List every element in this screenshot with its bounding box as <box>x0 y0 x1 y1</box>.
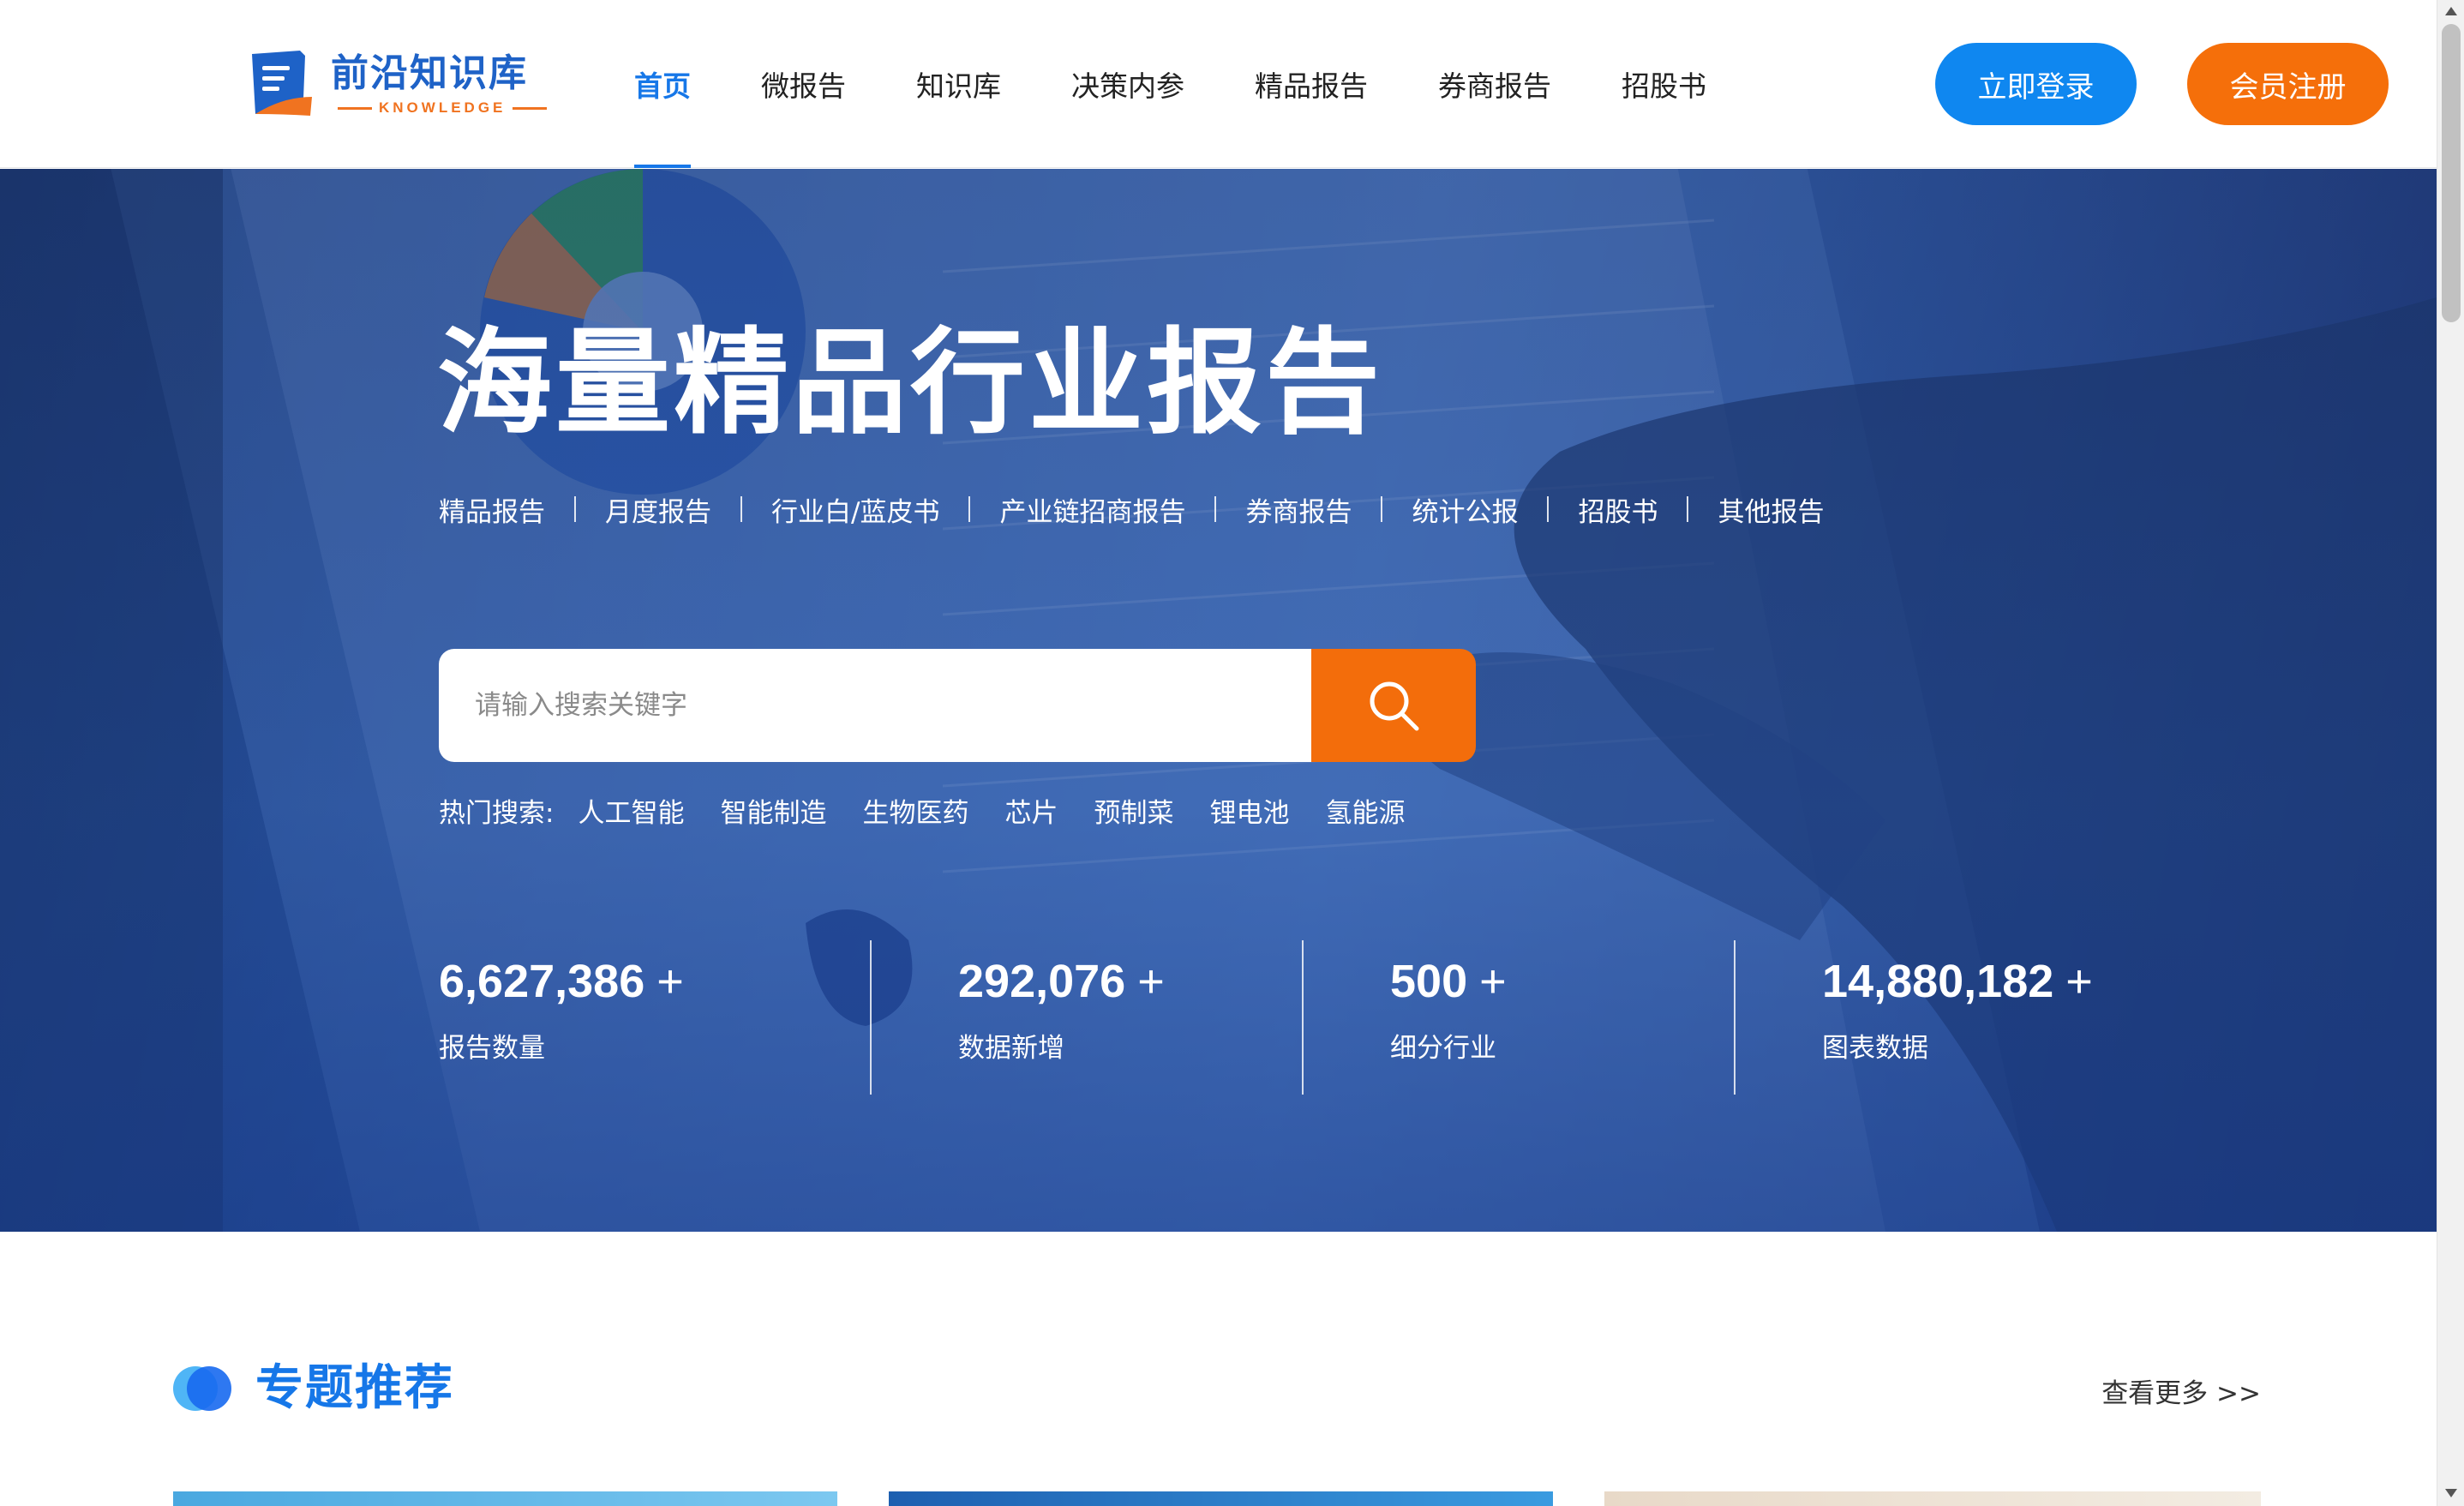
stat-new-data: 292,076 + 数据新增 <box>958 940 1165 1095</box>
stat-label: 数据新增 <box>958 1033 1064 1064</box>
top-header: 前沿知识库 KNOWLEDGE 首页 微报告 知识库 决策内参 精品报告 券商报… <box>0 0 2437 168</box>
hero-banner: 海量精品行业报告 精品报告 月度报告 行业白/蓝皮书 产业链招商报告 券商报告 … <box>0 169 2437 1232</box>
logo-subtitle: KNOWLEDGE <box>331 99 554 117</box>
topic-card[interactable] <box>173 1491 837 1506</box>
search-icon <box>1370 681 1419 731</box>
main-nav: 首页 微报告 知识库 决策内参 精品报告 券商报告 招股书 <box>634 0 1777 168</box>
category-divider <box>1214 496 1217 522</box>
category-divider <box>1381 496 1383 522</box>
topic-cards <box>173 1491 2261 1506</box>
category-link-other[interactable]: 其他报告 <box>1718 490 1824 529</box>
search-input[interactable] <box>439 649 1311 762</box>
nav-broker-report[interactable]: 券商报告 <box>1438 0 1551 168</box>
stat-divider <box>870 940 872 1095</box>
hot-search-prepared-dishes[interactable]: 预制菜 <box>1094 791 1173 830</box>
stat-value: 500 + <box>1390 956 1507 1007</box>
hot-search-biomedicine[interactable]: 生物医药 <box>862 791 968 830</box>
stat-industries: 500 + 细分行业 <box>1390 940 1507 1095</box>
scroll-down-arrow-icon[interactable] <box>2445 1489 2457 1497</box>
nav-knowledge-base[interactable]: 知识库 <box>916 0 1001 168</box>
category-link-premium[interactable]: 精品报告 <box>439 490 545 529</box>
site-logo[interactable]: 前沿知识库 KNOWLEDGE <box>249 45 554 123</box>
logo-title: 前沿知识库 <box>331 51 528 95</box>
search-bar <box>439 649 1476 762</box>
category-divider <box>1687 496 1689 522</box>
category-link-industry-chain[interactable]: 产业链招商报告 <box>999 490 1185 529</box>
stat-label: 图表数据 <box>1822 1033 1928 1064</box>
category-links: 精品报告 月度报告 行业白/蓝皮书 产业链招商报告 券商报告 统计公报 招股书 … <box>439 490 1824 528</box>
stat-value: 14,880,182 + <box>1822 956 2093 1007</box>
logo-mark-icon <box>252 51 312 116</box>
category-divider <box>740 496 742 522</box>
scroll-up-arrow-icon[interactable] <box>2445 7 2457 15</box>
nav-micro-report[interactable]: 微报告 <box>761 0 846 168</box>
section-bullet-icon <box>170 1363 231 1414</box>
nav-decision-reference[interactable]: 决策内参 <box>1071 0 1184 168</box>
category-divider <box>574 496 576 522</box>
category-link-whitepaper[interactable]: 行业白/蓝皮书 <box>771 490 939 529</box>
category-divider <box>968 496 971 522</box>
page: 前沿知识库 KNOWLEDGE 首页 微报告 知识库 决策内参 精品报告 券商报… <box>0 0 2464 1506</box>
nav-home[interactable]: 首页 <box>634 0 691 168</box>
hot-search-hydrogen[interactable]: 氢能源 <box>1325 791 1405 830</box>
topic-card[interactable] <box>889 1491 1553 1506</box>
hot-search-ai[interactable]: 人工智能 <box>578 791 684 830</box>
stat-divider <box>1734 940 1736 1095</box>
logo-text: 前沿知识库 KNOWLEDGE <box>331 51 554 117</box>
hot-searches-label: 热门搜索: <box>439 797 555 829</box>
category-link-monthly[interactable]: 月度报告 <box>605 490 711 529</box>
stat-chart-data: 14,880,182 + 图表数据 <box>1822 940 2093 1095</box>
category-divider <box>1547 496 1550 522</box>
stat-value: 6,627,386 + <box>439 956 684 1007</box>
page-scrollbar[interactable] <box>2437 0 2464 1506</box>
nav-prospectus[interactable]: 招股书 <box>1622 0 1706 168</box>
view-more-link[interactable]: 查看更多 >> <box>2101 1371 2261 1410</box>
category-link-broker[interactable]: 券商报告 <box>1245 490 1352 529</box>
hot-search-smart-manufacturing[interactable]: 智能制造 <box>720 791 826 830</box>
stat-value: 292,076 + <box>958 956 1165 1007</box>
stat-label: 细分行业 <box>1390 1033 1496 1064</box>
stats-row: 6,627,386 + 报告数量 292,076 + 数据新增 500 + 细分行业 … <box>439 940 2153 1095</box>
hot-search-chips[interactable]: 芯片 <box>1004 791 1058 830</box>
stat-label: 报告数量 <box>439 1033 545 1064</box>
register-button[interactable]: 会员注册 <box>2187 43 2389 125</box>
login-button[interactable]: 立即登录 <box>1935 43 2137 125</box>
category-link-prospectus[interactable]: 招股书 <box>1578 490 1658 529</box>
logo-subtitle-text: KNOWLEDGE <box>379 99 507 116</box>
topics-section-header: 专题推荐 查看更多 >> <box>170 1354 2261 1423</box>
stat-report-count: 6,627,386 + 报告数量 <box>439 940 684 1095</box>
scrollbar-thumb[interactable] <box>2442 24 2461 322</box>
category-link-statistics[interactable]: 统计公报 <box>1412 490 1518 529</box>
hero-title: 海量精品行业报告 <box>437 316 1384 450</box>
hot-searches: 热门搜索: 人工智能 智能制造 生物医药 芯片 预制菜 锂电池 氢能源 <box>439 791 1441 829</box>
hot-search-lithium-battery[interactable]: 锂电池 <box>1209 791 1289 830</box>
nav-premium-report[interactable]: 精品报告 <box>1255 0 1368 168</box>
stat-divider <box>1302 940 1304 1095</box>
section-title: 专题推荐 <box>255 1360 454 1416</box>
search-button[interactable] <box>1311 649 1476 762</box>
topic-card[interactable] <box>1604 1491 2261 1506</box>
